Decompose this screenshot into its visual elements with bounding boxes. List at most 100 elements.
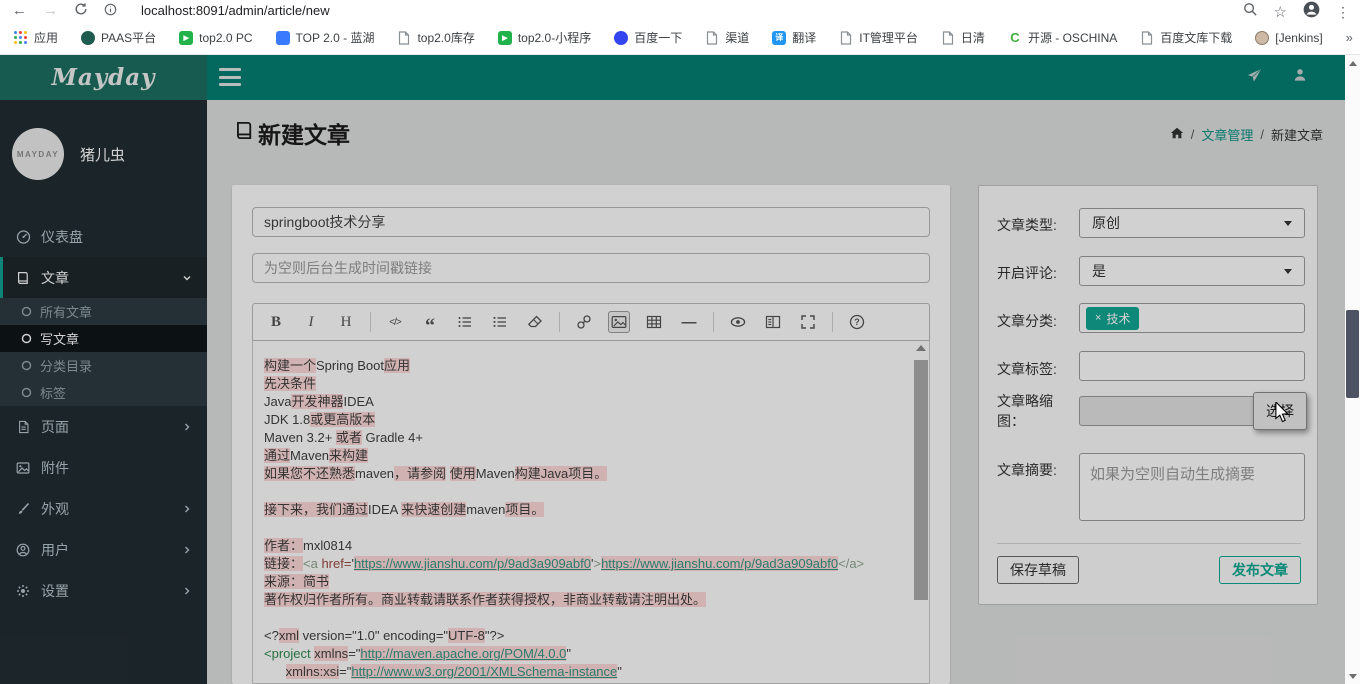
bookmark-item[interactable]: TOP 2.0 - 蓝湖 (275, 29, 374, 46)
category-input[interactable]: × 技术 (1079, 303, 1305, 333)
bookmark-label: top2.0库存 (417, 31, 475, 45)
bookmark-item[interactable]: [Jenkins] (1255, 30, 1323, 45)
bookmark-star-icon[interactable]: ☆ (1274, 3, 1287, 21)
sidebar-subitem-标签[interactable]: 标签 (0, 379, 207, 406)
editor-scrollbar-thumb[interactable] (914, 360, 928, 600)
play-green-icon: ▶ (497, 30, 512, 45)
type-select[interactable]: 原创 (1079, 208, 1305, 238)
image-icon (15, 461, 31, 475)
breadcrumb-section-link[interactable]: 文章管理 (1201, 125, 1253, 144)
help-icon[interactable]: ? (846, 311, 868, 333)
image-icon[interactable] (608, 311, 630, 333)
editor-panel: BIH </> “ —? 构建一个Spring Boot应用先决条件 Java开发神器I… (232, 185, 950, 684)
tags-input[interactable] (1079, 351, 1305, 381)
baidu-paw-icon (614, 30, 629, 45)
sidebar-subitem-label: 分类目录 (40, 359, 93, 374)
fullscreen-icon[interactable] (797, 311, 819, 333)
save-draft-button[interactable]: 保存草稿 (997, 556, 1079, 584)
bookmarks-bar: 应用 PAAS平台 ▶ top2.0 PC TOP 2.0 - 蓝湖 top2.0库存 ▶ t… (0, 21, 1360, 55)
editor-line: JDK 1.8或更高版本 (264, 412, 376, 427)
bookmark-item[interactable]: 渠道 (705, 29, 749, 46)
page-icon (397, 30, 411, 45)
app-header: Mayday (0, 55, 1360, 100)
back-icon[interactable]: ← (12, 3, 27, 18)
sidebar-menu: 仪表盘 文章 所有文章 写文章分类目录标签 页面附件外观 用户 设置 (0, 216, 207, 611)
bookmarks-overflow-icon[interactable]: » (1346, 30, 1353, 45)
sidebar-item-外观[interactable]: 外观 (0, 488, 207, 529)
bookmark-item[interactable]: C 开源 - OSCHINA (1008, 29, 1117, 46)
chevron-down-icon (182, 273, 192, 283)
list-ol-icon[interactable] (489, 311, 511, 333)
bookmark-item[interactable]: top2.0库存 (397, 29, 475, 46)
summary-textarea[interactable] (1079, 453, 1305, 521)
sidebar-item-仪表盘[interactable]: 仪表盘 (0, 216, 207, 257)
zoom-icon[interactable] (1243, 2, 1258, 22)
choose-file-button[interactable]: 选择 (1253, 392, 1307, 430)
list-ul-icon[interactable] (454, 311, 476, 333)
editor-line: 作者：mxl0814 (264, 538, 353, 553)
oschina-green-icon: C (1010, 30, 1020, 45)
preview-eye-icon[interactable] (727, 311, 749, 333)
table-icon[interactable] (643, 311, 665, 333)
editor-scroll-up-icon[interactable] (916, 345, 926, 351)
page-scrollbar[interactable] (1345, 55, 1360, 684)
avatar: MAYDAY (12, 128, 64, 180)
sidebar-item-设置[interactable]: 设置 (0, 570, 207, 611)
sidebar-toggle-icon[interactable] (219, 68, 241, 86)
app-logo[interactable]: Mayday (0, 55, 207, 100)
sidebar-submenu: 所有文章 写文章分类目录标签 (0, 298, 207, 406)
editor-line: 来源：简书 (264, 574, 330, 589)
bookmark-item[interactable]: ▶ top2.0 PC (179, 30, 253, 45)
sidebar-item-文章[interactable]: 文章 (0, 257, 207, 298)
chrome-menu-icon[interactable]: ⋮ (1336, 4, 1350, 21)
page-scrollbar-thumb[interactable] (1346, 310, 1359, 398)
thumbnail-label-2: 图： (997, 413, 1025, 429)
article-slug-input[interactable] (252, 253, 930, 283)
markdown-content[interactable]: 构建一个Spring Boot应用 先决条件 Java开发神器IDEA JDK 1.8… (252, 341, 930, 684)
tag-remove-icon[interactable]: × (1095, 312, 1101, 324)
home-icon[interactable] (1170, 126, 1184, 143)
quote-icon[interactable]: “ (419, 311, 441, 337)
sidebar-subitem-所有文章[interactable]: 所有文章 (0, 298, 207, 325)
bookmark-item[interactable]: IT管理平台 (839, 29, 918, 46)
url-text[interactable]: localhost:8091/admin/article/new (141, 3, 330, 18)
comment-select[interactable]: 是 (1079, 256, 1305, 286)
scroll-down-icon[interactable] (1345, 670, 1360, 682)
reload-icon[interactable] (74, 2, 88, 19)
forward-icon[interactable]: → (43, 3, 58, 18)
eraser-icon[interactable] (524, 311, 546, 333)
chevron-right-icon (182, 422, 192, 432)
profile-avatar-icon[interactable] (1303, 1, 1320, 23)
publish-button[interactable]: 发布文章 (1219, 556, 1301, 584)
hr-icon[interactable]: — (678, 311, 700, 333)
italic-icon[interactable]: I (300, 311, 322, 333)
bookmark-label: top2.0-小程序 (517, 31, 592, 45)
url-bar[interactable]: ← → localhost:8091/admin/article/new ☆ ⋮ (0, 0, 1360, 21)
sidebar-item-label: 附件 (41, 459, 69, 476)
info-icon[interactable] (104, 3, 117, 19)
bookmark-item[interactable]: 应用 (14, 29, 58, 46)
bookmark-item[interactable]: ▶ top2.0-小程序 (497, 29, 592, 46)
code-icon[interactable]: </> (384, 311, 406, 333)
sidebar-subitem-分类目录[interactable]: 分类目录 (0, 352, 207, 379)
link-icon[interactable] (573, 311, 595, 333)
paper-plane-icon[interactable] (1245, 67, 1264, 89)
summary-label: 文章摘要: (997, 462, 1057, 478)
thumbnail-input[interactable] (1079, 396, 1257, 426)
sidebar-item-用户[interactable]: 用户 (0, 529, 207, 570)
bookmark-item[interactable]: 百度一下 (614, 29, 682, 46)
user-menu-icon[interactable] (1292, 67, 1308, 88)
bookmark-item[interactable]: 百度文库下载 (1140, 29, 1232, 46)
bold-icon[interactable]: B (265, 311, 287, 333)
columns-icon[interactable] (762, 311, 784, 333)
sidebar-item-附件[interactable]: 附件 (0, 447, 207, 488)
sidebar-item-页面[interactable]: 页面 (0, 406, 207, 447)
article-title-input[interactable] (252, 207, 930, 237)
bookmark-item[interactable]: 译翻译 (772, 29, 816, 46)
bookmark-item[interactable]: PAAS平台 (81, 29, 156, 46)
bookmark-item[interactable]: 日清 (941, 29, 985, 46)
heading-icon[interactable]: H (335, 311, 357, 333)
scroll-up-icon[interactable] (1345, 57, 1360, 69)
sidebar-subitem-写文章[interactable]: 写文章 (0, 325, 207, 352)
bookmark-label: 日清 (960, 31, 985, 45)
